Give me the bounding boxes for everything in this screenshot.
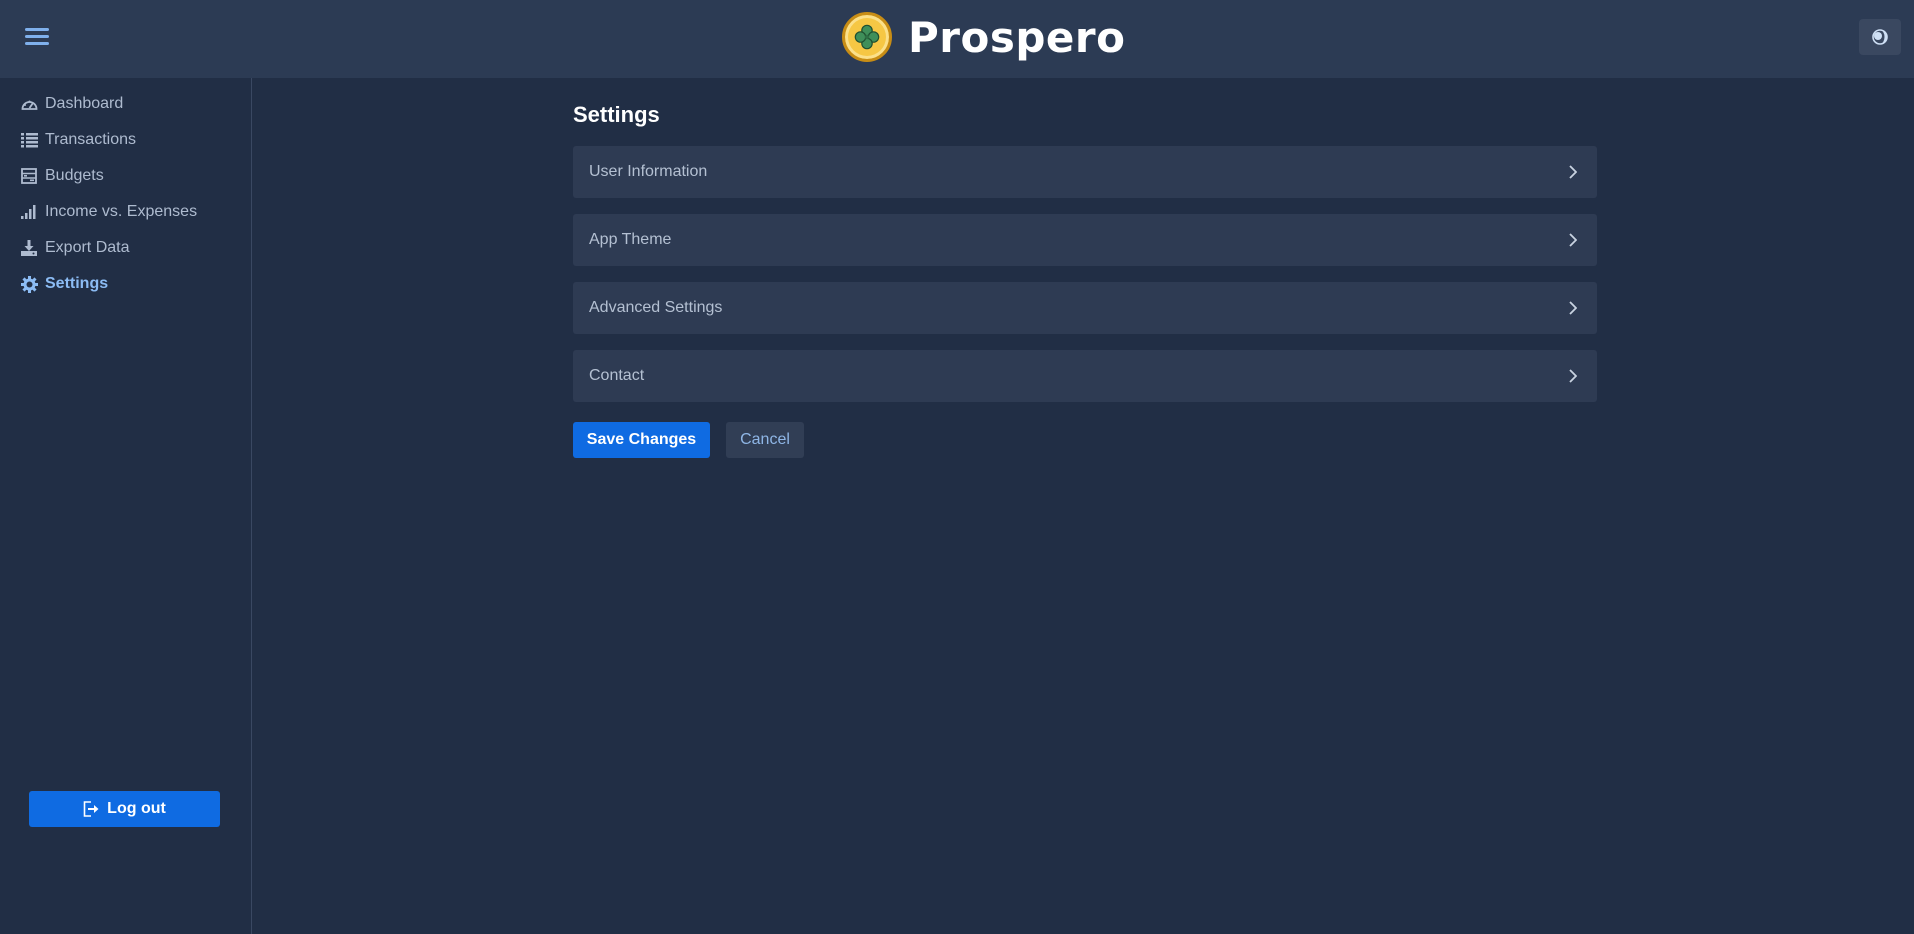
- save-changes-button[interactable]: Save Changes: [573, 422, 710, 458]
- panel-label: Contact: [589, 367, 645, 384]
- page-title: Settings: [573, 102, 660, 127]
- panel-advanced-settings[interactable]: Advanced Settings: [573, 282, 1597, 334]
- top-header: Prospero: [0, 0, 1914, 78]
- chevron-right-icon: [1569, 301, 1581, 315]
- app-root: Prospero Dashboard Transactions Budgets …: [0, 0, 1914, 934]
- cancel-button[interactable]: Cancel: [726, 422, 804, 458]
- sidebar-item-label: Dashboard: [45, 95, 124, 112]
- half-moon-icon: [1871, 28, 1889, 46]
- sidebar-item-label: Transactions: [45, 131, 136, 148]
- sidebar-item-label: Export Data: [45, 239, 130, 256]
- panel-user-information[interactable]: User Information: [573, 146, 1597, 198]
- sidebar-item-label: Budgets: [45, 167, 104, 184]
- logout-button[interactable]: Log out: [29, 791, 220, 827]
- chevron-right-icon: [1569, 233, 1581, 247]
- panel-label: Advanced Settings: [589, 299, 723, 316]
- panel-label: User Information: [589, 163, 708, 180]
- panel-label: App Theme: [589, 231, 672, 248]
- theme-toggle-button[interactable]: [1859, 19, 1901, 55]
- chevron-right-icon: [1569, 369, 1581, 383]
- sidebar-item-dashboard[interactable]: Dashboard: [20, 90, 240, 118]
- brand[interactable]: Prospero: [842, 11, 1125, 63]
- chevron-right-icon: [1569, 165, 1581, 179]
- logout-label: Log out: [107, 800, 166, 817]
- download-icon: [20, 239, 38, 257]
- clover-icon: [842, 12, 892, 62]
- sidebar-item-label: Income vs. Expenses: [45, 203, 198, 220]
- ledger-icon: [20, 167, 38, 185]
- list-icon: [20, 131, 38, 149]
- panel-app-theme[interactable]: App Theme: [573, 214, 1597, 266]
- sidebar: Dashboard Transactions Budgets Income vs…: [0, 78, 252, 934]
- logout-icon: [83, 801, 99, 817]
- panel-contact[interactable]: Contact: [573, 350, 1597, 402]
- sidebar-item-transactions[interactable]: Transactions: [20, 126, 240, 154]
- bar-chart-icon: [20, 203, 38, 221]
- brand-name: Prospero: [908, 12, 1126, 62]
- sidebar-item-export-data[interactable]: Export Data: [20, 234, 240, 262]
- sidebar-item-label: Settings: [45, 275, 109, 292]
- gear-icon: [20, 275, 38, 293]
- hamburger-menu-icon[interactable]: [22, 24, 52, 50]
- sidebar-item-income-vs-expenses[interactable]: Income vs. Expenses: [20, 198, 240, 226]
- sidebar-item-budgets[interactable]: Budgets: [20, 162, 240, 190]
- speedometer-icon: [20, 95, 38, 113]
- sidebar-item-settings[interactable]: Settings: [20, 270, 240, 298]
